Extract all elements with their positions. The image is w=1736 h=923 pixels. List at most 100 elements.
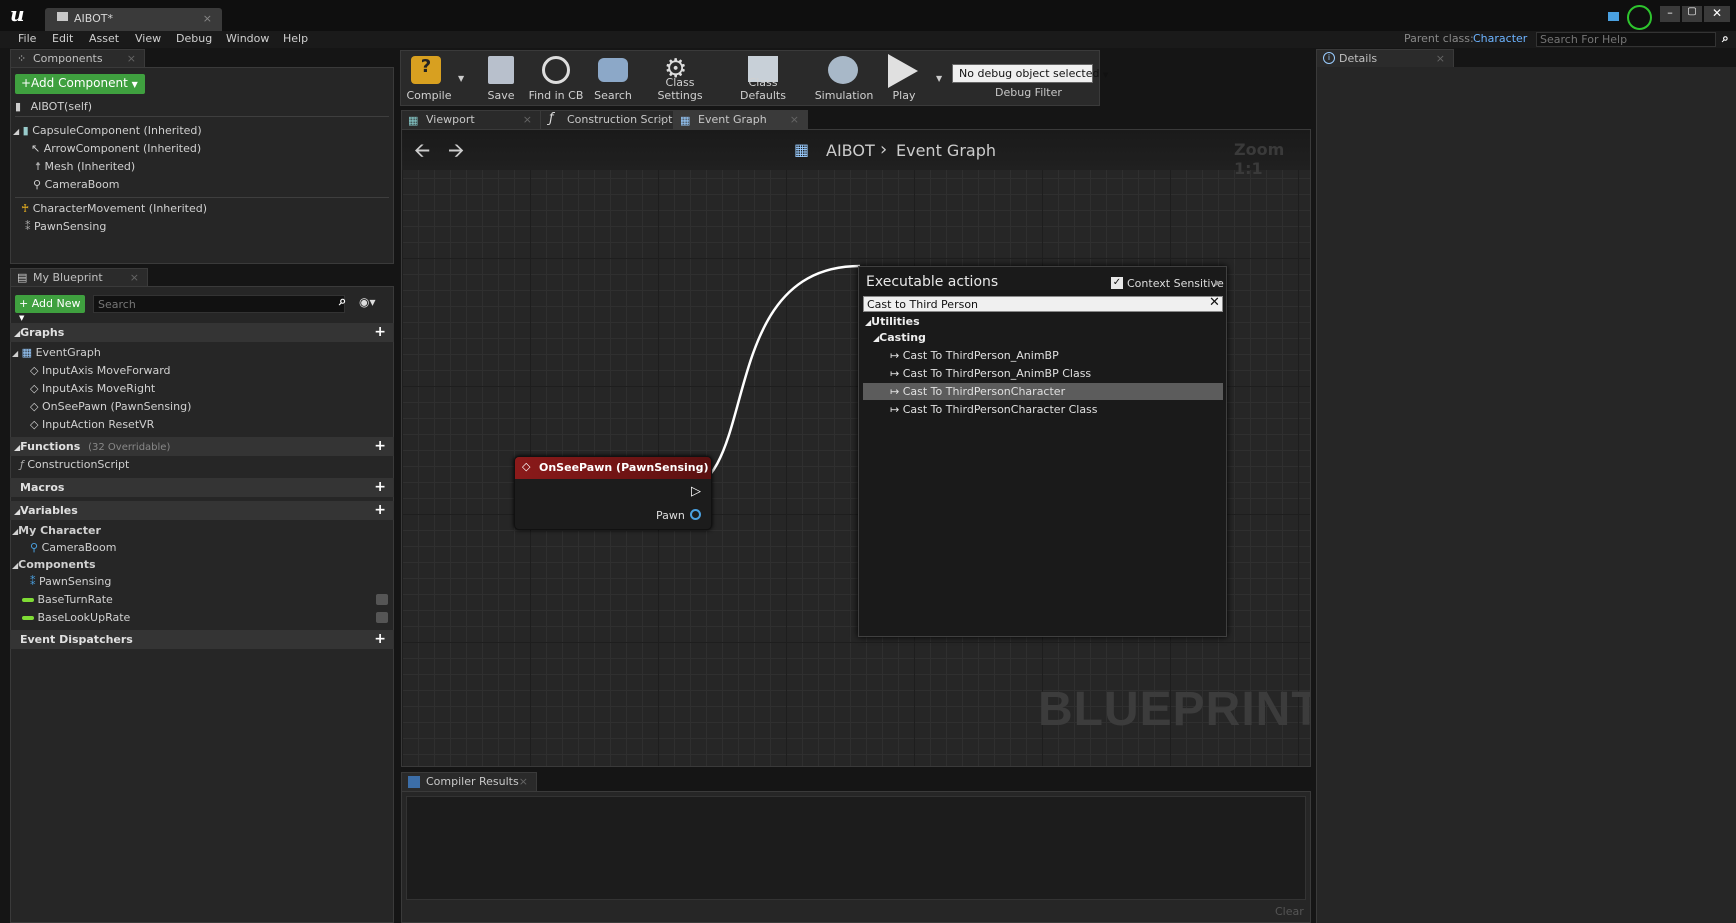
- debug-object-dropdown[interactable]: No debug object selected ▼: [952, 64, 1108, 83]
- search-icon[interactable]: ⌕: [339, 294, 346, 309]
- compile-icon: ?: [411, 56, 441, 84]
- component-item[interactable]: ↖ ArrowComponent (Inherited): [31, 142, 201, 155]
- add-dispatcher-icon[interactable]: +: [374, 631, 386, 647]
- close-window-icon[interactable]: ✕: [1704, 6, 1730, 22]
- macros-header[interactable]: Macros +: [10, 478, 394, 497]
- action-item[interactable]: ↦ Cast To ThirdPerson_AnimBP Class: [890, 367, 1091, 380]
- tab-compiler-results[interactable]: Compiler Results ×: [401, 772, 537, 791]
- category-casting[interactable]: ◢Casting: [873, 331, 926, 344]
- variable-item[interactable]: ⁑ PawnSensing: [30, 575, 111, 588]
- find-in-cb-button[interactable]: Find in CB: [526, 54, 586, 104]
- source-control-icon[interactable]: [1627, 5, 1652, 30]
- context-sensitive-checkbox[interactable]: ✓: [1111, 277, 1123, 289]
- variable-category[interactable]: ◢My Character: [12, 524, 101, 537]
- context-search-input[interactable]: [863, 296, 1223, 312]
- tab-construction-script[interactable]: ƒ Construction Script ×: [540, 110, 674, 129]
- variable-eye-icon[interactable]: [376, 594, 388, 605]
- class-settings-button[interactable]: ⚙ Class Settings: [642, 54, 718, 104]
- menu-view[interactable]: View: [135, 32, 161, 45]
- context-sensitive-label: Context Sensitive: [1127, 277, 1224, 290]
- maximize-icon[interactable]: ▢: [1682, 6, 1702, 22]
- minimize-icon[interactable]: –: [1660, 6, 1680, 22]
- view-options-icon[interactable]: ◉▾: [359, 295, 376, 309]
- compile-options-arrow[interactable]: ▼: [458, 74, 464, 83]
- component-self[interactable]: ▮ AIBOT(self): [15, 100, 92, 113]
- category-utilities[interactable]: ◢Utilities: [865, 315, 920, 328]
- simulation-button[interactable]: Simulation: [812, 54, 876, 104]
- add-variable-icon[interactable]: +: [374, 502, 386, 518]
- graph-item[interactable]: ◢ ▦ EventGraph: [12, 346, 101, 359]
- menu-window[interactable]: Window: [226, 32, 269, 45]
- close-icon[interactable]: ×: [519, 775, 528, 788]
- action-item[interactable]: ↦ Cast To ThirdPersonCharacter: [890, 385, 1065, 398]
- functions-header[interactable]: ◢Functions (32 Overridable) +: [10, 437, 394, 456]
- component-item[interactable]: ☨ Mesh (Inherited): [35, 160, 135, 173]
- event-item[interactable]: ◇ InputAction ResetVR: [30, 418, 154, 431]
- clear-button[interactable]: Clear: [1275, 905, 1304, 918]
- blueprint-search-input[interactable]: [93, 295, 345, 313]
- search-icon[interactable]: ⌕: [1722, 31, 1729, 46]
- variable-eye-icon[interactable]: [376, 612, 388, 623]
- menu-edit[interactable]: Edit: [52, 32, 73, 45]
- pawn-output-pin[interactable]: [690, 509, 701, 520]
- action-item[interactable]: ↦ Cast To ThirdPerson_AnimBP: [890, 349, 1059, 362]
- component-item[interactable]: ◢ ▮ CapsuleComponent (Inherited): [13, 124, 202, 137]
- add-macro-icon[interactable]: +: [374, 479, 386, 495]
- play-button[interactable]: Play: [882, 54, 926, 104]
- tab-event-graph[interactable]: ▦ Event Graph ×: [673, 110, 808, 129]
- parent-class-link[interactable]: Character: [1473, 32, 1527, 45]
- add-new-button[interactable]: + Add New ▼: [15, 295, 85, 322]
- function-item[interactable]: ƒ ConstructionScript: [20, 458, 129, 471]
- play-options-arrow[interactable]: ▼: [936, 74, 942, 83]
- class-defaults-button[interactable]: Class Defaults: [724, 54, 802, 104]
- search-button[interactable]: Search: [590, 54, 636, 104]
- exec-output-pin[interactable]: ▷: [691, 484, 701, 499]
- event-node[interactable]: ◇ OnSeePawn (PawnSensing) ▷ Pawn: [514, 456, 712, 530]
- event-graph-icon: ▦: [680, 114, 691, 127]
- variable-category-label: My Character: [18, 524, 101, 537]
- help-search-input[interactable]: [1536, 32, 1716, 47]
- components-panel: +Add Component ▼ ▮ AIBOT(self) ◢ ▮ Capsu…: [10, 67, 394, 264]
- event-item[interactable]: ◇ InputAxis MoveRight: [30, 382, 155, 395]
- simulation-icon: [828, 56, 858, 84]
- close-icon[interactable]: ×: [656, 113, 665, 126]
- variable-item-label: BaseLookUpRate: [37, 611, 131, 624]
- event-dispatchers-header[interactable]: Event Dispatchers +: [10, 630, 394, 649]
- close-icon[interactable]: ×: [790, 113, 799, 126]
- close-icon[interactable]: ×: [203, 12, 212, 25]
- details-tab[interactable]: i Details ×: [1316, 49, 1454, 67]
- close-icon[interactable]: ×: [1436, 52, 1445, 65]
- components-tab[interactable]: ⁘ Components ×: [10, 49, 145, 67]
- clear-search-icon[interactable]: ✕: [1209, 295, 1220, 310]
- close-icon[interactable]: ×: [523, 113, 532, 126]
- menu-file[interactable]: File: [18, 32, 36, 45]
- component-item[interactable]: ♰ CharacterMovement (Inherited): [21, 202, 207, 215]
- close-icon[interactable]: ×: [130, 271, 139, 284]
- variable-item[interactable]: BaseTurnRate: [22, 593, 113, 606]
- graphs-header[interactable]: ◢Graphs +: [10, 323, 394, 342]
- add-function-icon[interactable]: +: [374, 438, 386, 454]
- component-item[interactable]: ⚲ CameraBoom: [33, 178, 119, 191]
- event-item[interactable]: ◇ OnSeePawn (PawnSensing): [30, 400, 191, 413]
- expand-arrow-icon[interactable]: ▶: [1215, 278, 1221, 287]
- menu-debug[interactable]: Debug: [176, 32, 212, 45]
- variable-item[interactable]: ⚲ CameraBoom: [30, 541, 116, 554]
- notification-icon[interactable]: [1608, 12, 1619, 21]
- event-item[interactable]: ◇ InputAxis MoveForward: [30, 364, 171, 377]
- menu-asset[interactable]: Asset: [89, 32, 119, 45]
- variable-category[interactable]: ◢Components: [12, 558, 96, 571]
- function-icon: ƒ: [20, 458, 24, 471]
- component-item[interactable]: ⁑ PawnSensing: [25, 220, 106, 233]
- document-tab[interactable]: AIBOT* ×: [45, 8, 222, 31]
- save-button[interactable]: Save: [480, 54, 522, 104]
- tab-viewport[interactable]: ▦ Viewport ×: [401, 110, 541, 129]
- add-graph-icon[interactable]: +: [374, 324, 386, 340]
- variable-item[interactable]: BaseLookUpRate: [22, 611, 130, 624]
- variables-header[interactable]: ◢Variables +: [10, 501, 394, 520]
- add-component-button[interactable]: +Add Component ▼: [15, 74, 145, 94]
- close-icon[interactable]: ×: [127, 52, 136, 65]
- compile-button[interactable]: ? Compile: [404, 54, 454, 104]
- menu-help[interactable]: Help: [283, 32, 308, 45]
- action-item[interactable]: ↦ Cast To ThirdPersonCharacter Class: [890, 403, 1098, 416]
- my-blueprint-tab[interactable]: ▤ My Blueprint ×: [10, 268, 148, 286]
